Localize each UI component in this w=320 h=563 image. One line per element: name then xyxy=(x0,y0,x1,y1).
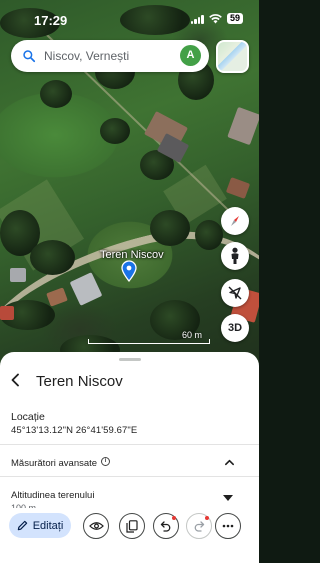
copy-button[interactable] xyxy=(119,513,145,539)
advanced-measurements-label[interactable]: Măsurători avansate xyxy=(11,458,97,469)
eye-icon xyxy=(88,522,104,530)
tree xyxy=(100,118,130,144)
edit-button[interactable]: Editați xyxy=(9,513,71,538)
undo-notification-dot xyxy=(172,516,176,520)
terrain-altitude-value: 100 m xyxy=(11,503,37,508)
redo-button[interactable] xyxy=(186,513,212,539)
pencil-icon xyxy=(17,520,27,531)
location-button[interactable] xyxy=(221,279,249,307)
more-options-button[interactable] xyxy=(215,513,241,539)
3d-toggle-button[interactable]: 3D xyxy=(221,314,249,342)
search-query[interactable]: Niscov, Vernești xyxy=(44,49,129,63)
layers-icon xyxy=(218,42,247,71)
house-roof xyxy=(225,177,251,199)
street-view-button[interactable] xyxy=(221,242,249,270)
satellite-map[interactable]: 17:29 59 Niscov, Vernești A 3D Teren Nis… xyxy=(0,0,259,372)
tree xyxy=(30,240,75,275)
redo-notification-dot xyxy=(205,516,209,520)
chevron-down-icon[interactable] xyxy=(223,495,233,501)
map-scale: 60 m xyxy=(88,330,210,344)
feature-title: Teren Niscov xyxy=(36,373,123,390)
status-time: 17:29 xyxy=(34,13,68,28)
copy-icon xyxy=(126,519,138,533)
tree xyxy=(150,210,190,246)
undo-icon xyxy=(160,521,171,532)
house-roof xyxy=(227,106,259,146)
terrain-altitude-label: Altitudinea terenului xyxy=(11,490,95,501)
compass-button[interactable] xyxy=(221,207,249,235)
layers-button[interactable] xyxy=(216,40,249,73)
location-coordinates: 45°13'13.12"N 26°41'59.67"E xyxy=(11,425,138,436)
scale-bar xyxy=(88,339,210,344)
status-bar: 17:29 59 xyxy=(0,0,259,36)
signal-icon xyxy=(190,14,204,24)
info-icon[interactable]: i xyxy=(101,457,110,466)
status-icons: 59 xyxy=(190,13,243,24)
location-off-icon xyxy=(228,286,242,300)
undo-button[interactable] xyxy=(153,513,179,539)
location-label: Locație xyxy=(11,411,45,423)
compass-icon xyxy=(231,216,239,226)
redo-icon xyxy=(194,521,205,532)
bottom-toolbar: Editați xyxy=(0,509,259,563)
more-icon xyxy=(222,524,234,528)
wifi-icon xyxy=(209,13,222,23)
search-icon xyxy=(23,50,36,63)
placemark-pin-icon[interactable] xyxy=(121,260,137,282)
chevron-up-icon[interactable] xyxy=(224,457,235,468)
tree xyxy=(40,80,72,108)
tree xyxy=(195,220,223,250)
house-roof xyxy=(0,306,14,320)
divider xyxy=(0,444,259,445)
house-roof xyxy=(10,268,26,282)
pegman-icon xyxy=(231,247,239,264)
back-arrow-icon[interactable] xyxy=(8,372,24,388)
visibility-button[interactable] xyxy=(83,513,109,539)
feature-details-sheet: Teren Niscov Locație 45°13'13.12"N 26°41… xyxy=(0,352,259,563)
edit-button-label: Editați xyxy=(32,519,64,532)
search-bar[interactable]: Niscov, Vernești A xyxy=(11,40,209,72)
drag-handle[interactable] xyxy=(119,358,141,361)
divider xyxy=(0,476,259,477)
account-avatar[interactable]: A xyxy=(180,45,201,66)
battery-indicator: 59 xyxy=(226,13,243,24)
